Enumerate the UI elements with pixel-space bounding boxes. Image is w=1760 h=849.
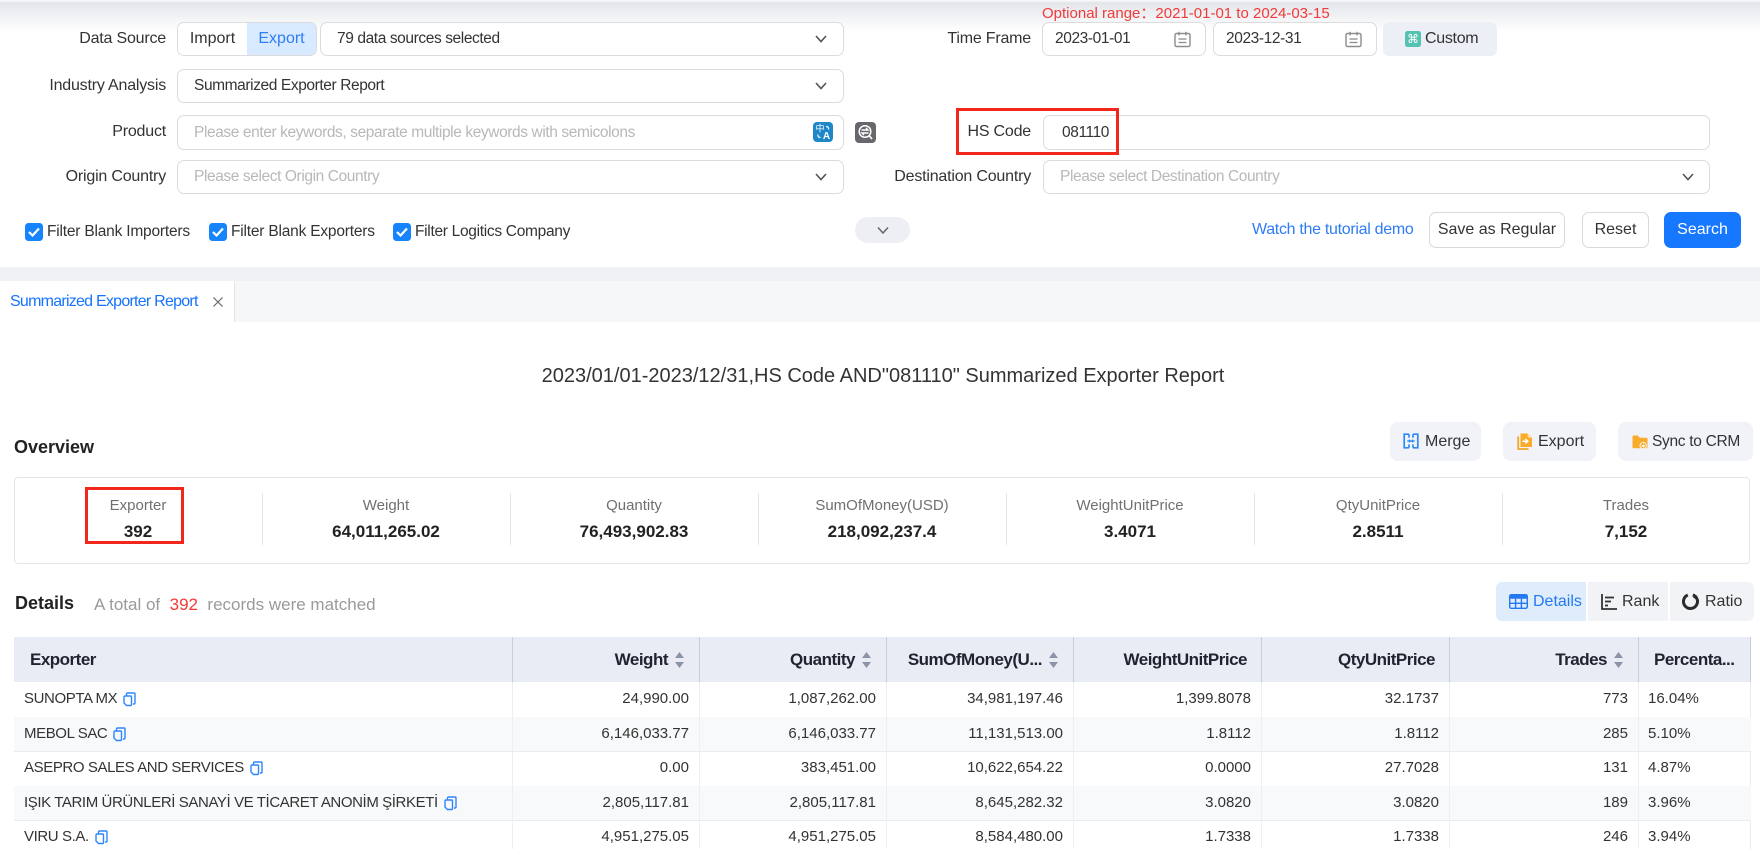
- svg-text:A: A: [823, 131, 830, 142]
